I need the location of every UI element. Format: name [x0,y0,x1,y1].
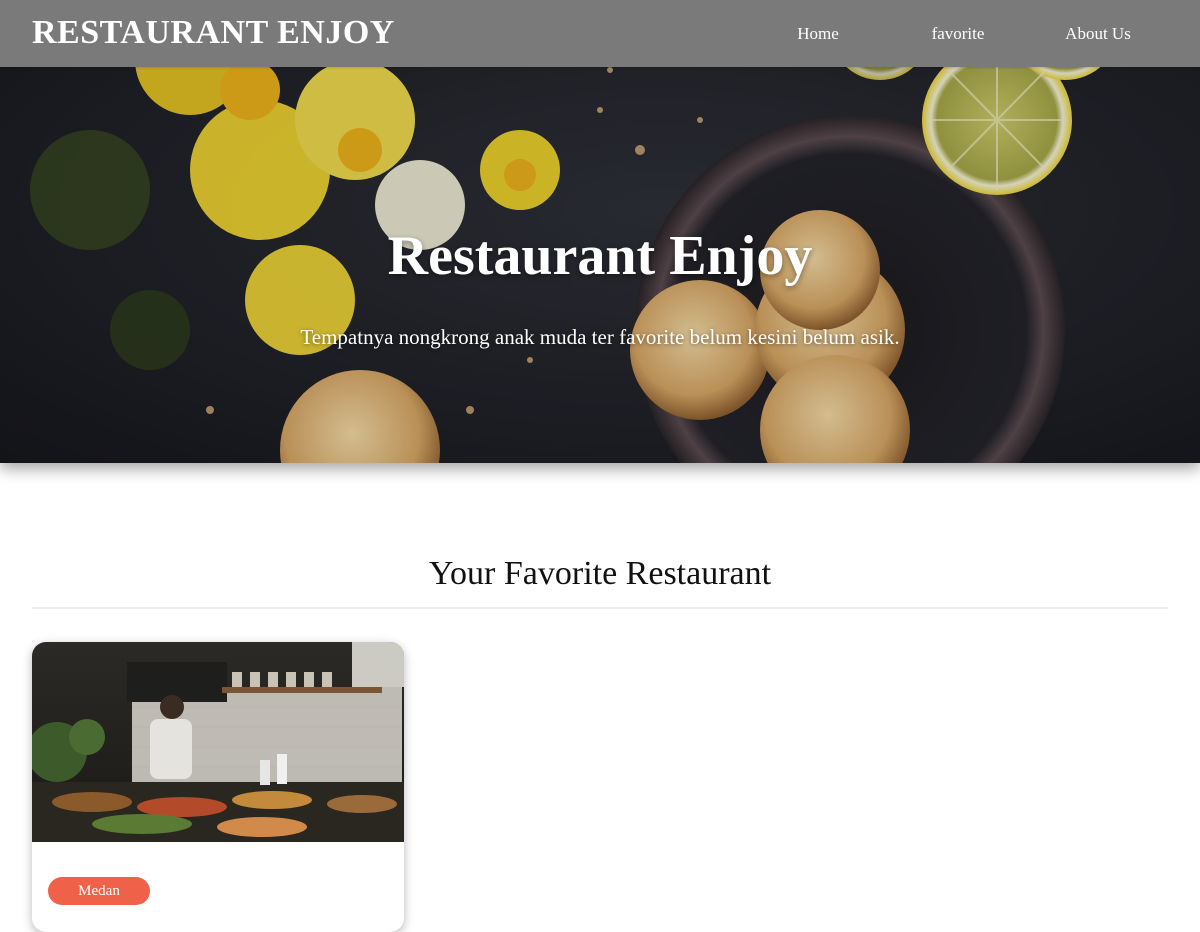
nav-menu: Home favorite About Us [748,0,1168,67]
hero-tagline: Tempatnya nongkrong anak muda ter favori… [300,325,900,349]
nav-link-home[interactable]: Home [797,24,839,44]
hero-title: Restaurant Enjoy [387,225,813,287]
restaurant-kitchen-photo [32,642,404,842]
nav-item-about-us: About Us [1028,0,1168,67]
city-badge: Medan [48,877,150,905]
section-divider [32,607,1168,609]
nav-item-favorite: favorite [888,0,1028,67]
nav-link-about-us[interactable]: About Us [1065,24,1131,44]
top-navbar: RESTAURANT ENJOY Home favorite About Us [0,0,1200,67]
nav-link-favorite[interactable]: favorite [932,24,985,44]
nav-item-home: Home [748,0,888,67]
section-title: Your Favorite Restaurant [428,555,772,592]
brand-logo-link[interactable]: RESTAURANT ENJOY [32,12,395,54]
restaurant-card[interactable]: Medan [32,642,404,932]
hero-section: Restaurant Enjoy Tempatnya nongkrong ana… [0,0,1200,463]
